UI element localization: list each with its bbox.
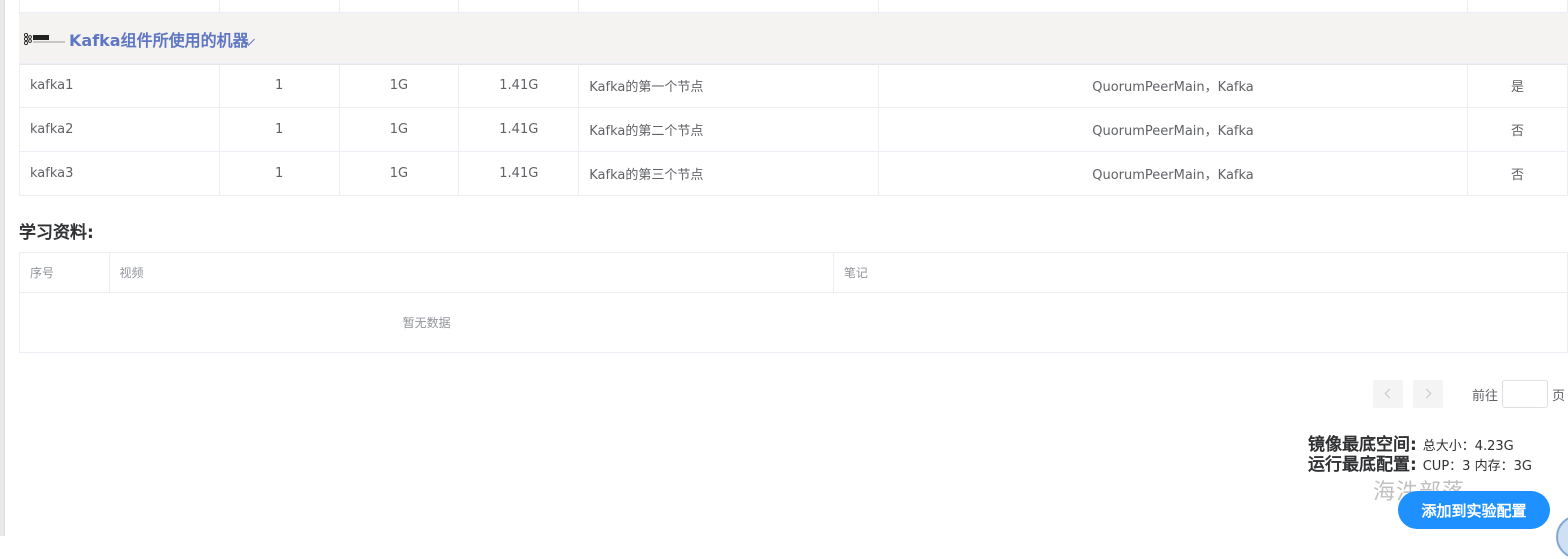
table-row: kafka2 1 1G 1.41G Kafka的第二个节点 QuorumPeer… xyxy=(19,107,1568,152)
machines-table: kafka1 1 1G 1.41G Kafka的第一个节点 QuorumPeer… xyxy=(19,63,1568,196)
chevron-right-icon xyxy=(1421,388,1432,399)
machine-services: QuorumPeerMain，Kafka xyxy=(877,63,1469,108)
left-panel-edge xyxy=(0,0,5,536)
machine-mem: 1G xyxy=(338,151,460,196)
machine-cpu: 1 xyxy=(218,151,340,196)
machine-master: 否 xyxy=(1467,107,1568,152)
empty-text: 暂无数据 xyxy=(19,292,834,353)
goto-suffix: 页 xyxy=(1552,389,1566,404)
add-to-lab-config-button[interactable]: 添加到实验配置 xyxy=(1398,491,1550,529)
group-header[interactable]: Kafka组件所使用的机器 xyxy=(19,12,1568,65)
machine-mem: 1G xyxy=(338,63,460,108)
machine-name: kafka2 xyxy=(19,107,220,152)
prev-page-button[interactable] xyxy=(1373,380,1403,408)
run-config-label: 运行最底配置: xyxy=(1308,455,1417,475)
machine-master: 是 xyxy=(1467,63,1568,108)
kafka-logo-icon xyxy=(23,32,65,46)
machine-services: QuorumPeerMain，Kafka xyxy=(877,151,1469,196)
study-section-title: 学习资料: xyxy=(19,223,94,243)
table-row xyxy=(19,0,1568,13)
machine-cpu: 1 xyxy=(218,107,340,152)
machine-disk: 1.41G xyxy=(458,151,580,196)
machine-disk: 1.41G xyxy=(458,107,580,152)
empty-row: 暂无数据 xyxy=(19,292,1568,353)
table-row: kafka1 1 1G 1.41G Kafka的第一个节点 QuorumPeer… xyxy=(19,63,1568,108)
machine-mem: 1G xyxy=(338,107,460,152)
column-header-notes: 笔记 xyxy=(832,252,1568,293)
floating-assistant-icon[interactable] xyxy=(1556,515,1568,559)
study-table: 序号 视频 笔记 暂无数据 xyxy=(19,252,1568,353)
chevron-left-icon xyxy=(1384,388,1395,399)
machine-services: QuorumPeerMain，Kafka xyxy=(877,107,1469,152)
machine-desc: Kafka的第一个节点 xyxy=(578,63,879,108)
run-config-value: CUP：3 内存：3G xyxy=(1422,459,1532,474)
machine-cpu: 1 xyxy=(218,63,340,108)
machine-disk: 1.41G xyxy=(458,63,580,108)
next-page-button[interactable] xyxy=(1413,380,1443,408)
table-header-row: 序号 视频 笔记 xyxy=(19,252,1568,293)
run-config-requirement: 运行最底配置: CUP：3 内存：3G xyxy=(1308,450,1532,475)
machine-desc: Kafka的第二个节点 xyxy=(578,107,879,152)
group-title: Kafka组件所使用的机器 xyxy=(69,31,249,50)
machine-desc: Kafka的第三个节点 xyxy=(578,151,879,196)
goto-page-input[interactable] xyxy=(1502,380,1548,408)
machine-name: kafka1 xyxy=(19,63,220,108)
column-header-video: 视频 xyxy=(108,252,834,293)
table-row: kafka3 1 1G 1.41G Kafka的第三个节点 QuorumPeer… xyxy=(19,151,1568,196)
column-header-index: 序号 xyxy=(19,252,110,293)
goto-label: 前往 xyxy=(1472,389,1499,404)
machine-name: kafka3 xyxy=(19,151,220,196)
machine-master: 否 xyxy=(1467,151,1568,196)
